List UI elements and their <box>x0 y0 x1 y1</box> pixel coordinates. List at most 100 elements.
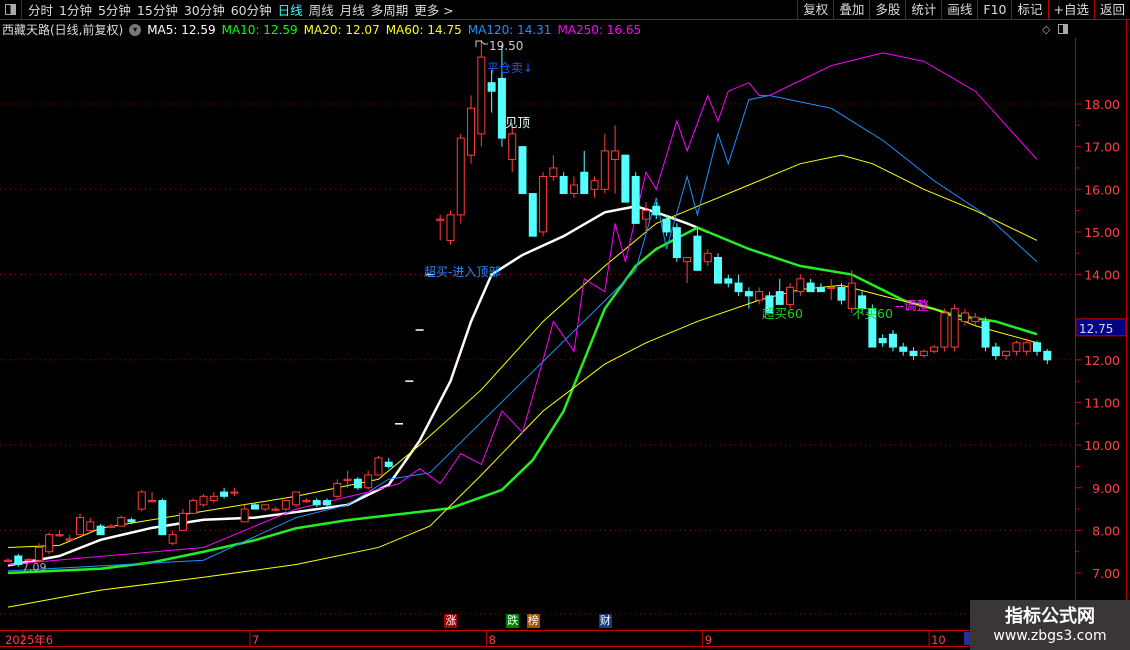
candle-body <box>230 491 239 494</box>
candle-body <box>806 282 815 293</box>
candle <box>189 498 198 514</box>
event-badge[interactable]: 财 <box>598 614 612 628</box>
menu-button[interactable]: F10 <box>977 0 1011 20</box>
period-tab[interactable]: 分时 <box>28 0 53 19</box>
chevron-down-icon[interactable]: ▾ <box>129 23 142 36</box>
candle <box>703 248 712 267</box>
candle <box>991 342 1000 360</box>
candle <box>76 513 85 536</box>
candle <box>508 125 517 173</box>
candle-body <box>991 346 1000 357</box>
date-label: 9 <box>705 633 712 647</box>
candle <box>333 479 342 499</box>
candle-body <box>158 500 167 536</box>
candle-body <box>631 175 640 224</box>
candle <box>775 278 784 305</box>
period-tab[interactable]: 日线 <box>278 0 303 19</box>
candle-body <box>446 214 455 241</box>
candle <box>55 530 64 537</box>
period-tab[interactable]: 60分钟 <box>231 0 272 19</box>
candle-body <box>364 474 373 489</box>
candle-body <box>240 508 249 523</box>
candle-body <box>302 500 311 503</box>
period-tab[interactable]: 30分钟 <box>184 0 225 19</box>
menu-button[interactable]: 标记 <box>1011 0 1047 20</box>
candle <box>755 287 764 305</box>
candle <box>631 172 640 224</box>
candle-body <box>796 278 805 293</box>
ma-value: MA120: 14.31 <box>467 22 552 37</box>
candle-body <box>714 257 723 284</box>
diamond-icon[interactable]: ◇ <box>1042 23 1050 36</box>
period-tab[interactable]: 15分钟 <box>137 0 178 19</box>
candle <box>65 534 74 542</box>
period-tab[interactable]: 5分钟 <box>98 0 131 19</box>
candle-body <box>744 291 753 297</box>
y-tick-label: 14.00 <box>1084 268 1120 283</box>
panel-toggle-button[interactable] <box>0 0 22 20</box>
candle <box>518 146 527 195</box>
y-tick-label: 7.00 <box>1092 566 1120 581</box>
candle-body <box>137 491 146 510</box>
right-menu: 复权 叠加 多股 统计 画线 F10 标记 +自选 返回 <box>797 0 1130 20</box>
period-tabs: 分时 1分钟 5分钟 15分钟 30分钟 60分钟 日线 周线 月线 多周期 更多 > <box>22 0 454 19</box>
menu-button[interactable]: 统计 <box>905 0 941 20</box>
candle-body <box>559 175 568 195</box>
candle-body <box>508 133 517 160</box>
menu-button[interactable]: 返回 <box>1093 0 1130 20</box>
menu-button[interactable]: 复权 <box>797 0 833 20</box>
event-badge[interactable]: 跌 <box>506 614 520 628</box>
top-toolbar: 分时 1分钟 5分钟 15分钟 30分钟 60分钟 日线 周线 月线 多周期 更多 > 复权 叠加 多股… <box>0 0 1130 20</box>
y-tick-label: 11.00 <box>1084 395 1120 410</box>
candle <box>1033 340 1041 356</box>
kline-chart[interactable]: 18.00 17.00 16.00 15.00 14.00 12.00 11.00 10.00… <box>0 0 1130 650</box>
menu-button[interactable]: +自选 <box>1047 0 1094 20</box>
candle <box>611 125 620 194</box>
candle-body <box>837 286 846 301</box>
candle <box>569 176 578 198</box>
period-tab[interactable]: 多周期 <box>371 0 409 19</box>
candle-body <box>487 82 496 92</box>
candle-body <box>86 521 95 531</box>
candle-body <box>199 495 208 506</box>
candle-body <box>600 150 609 190</box>
candle <box>436 214 445 241</box>
candle <box>827 278 836 301</box>
candle-body <box>621 154 630 203</box>
menu-button[interactable]: 画线 <box>941 0 977 20</box>
menu-button[interactable]: 多股 <box>869 0 905 20</box>
menu-button[interactable]: 叠加 <box>833 0 869 20</box>
period-tab[interactable]: 更多 > <box>414 0 453 19</box>
candle <box>672 223 681 262</box>
candle <box>549 155 558 181</box>
candle <box>158 498 167 536</box>
candle <box>117 515 126 527</box>
candle <box>734 274 743 296</box>
candle-body <box>549 167 558 177</box>
candle-body <box>950 308 959 348</box>
candle-body <box>178 512 187 531</box>
event-badge[interactable]: 榜 <box>526 614 540 628</box>
candle-body <box>940 312 949 348</box>
candle <box>497 44 506 147</box>
candle-body <box>55 534 64 537</box>
period-tab[interactable]: 1分钟 <box>59 0 92 19</box>
candle <box>467 95 476 164</box>
candle <box>960 308 969 326</box>
candle <box>806 278 815 293</box>
overbought-label: 超买-进入顶部 <box>424 264 500 279</box>
candle <box>374 455 383 476</box>
panel-icon[interactable] <box>1058 24 1068 34</box>
candle <box>240 504 249 523</box>
candle-body <box>1012 342 1021 352</box>
candle-body <box>971 316 980 322</box>
current-price-label: 12.75 <box>1079 322 1113 336</box>
event-badge[interactable]: 涨 <box>444 614 458 628</box>
panel-icon <box>5 4 16 15</box>
candle <box>724 274 733 288</box>
period-tab[interactable]: 周线 <box>309 0 334 19</box>
candle-body <box>847 282 856 310</box>
period-tab[interactable]: 月线 <box>340 0 365 19</box>
candle-body <box>127 519 136 523</box>
candle-body <box>652 205 661 216</box>
